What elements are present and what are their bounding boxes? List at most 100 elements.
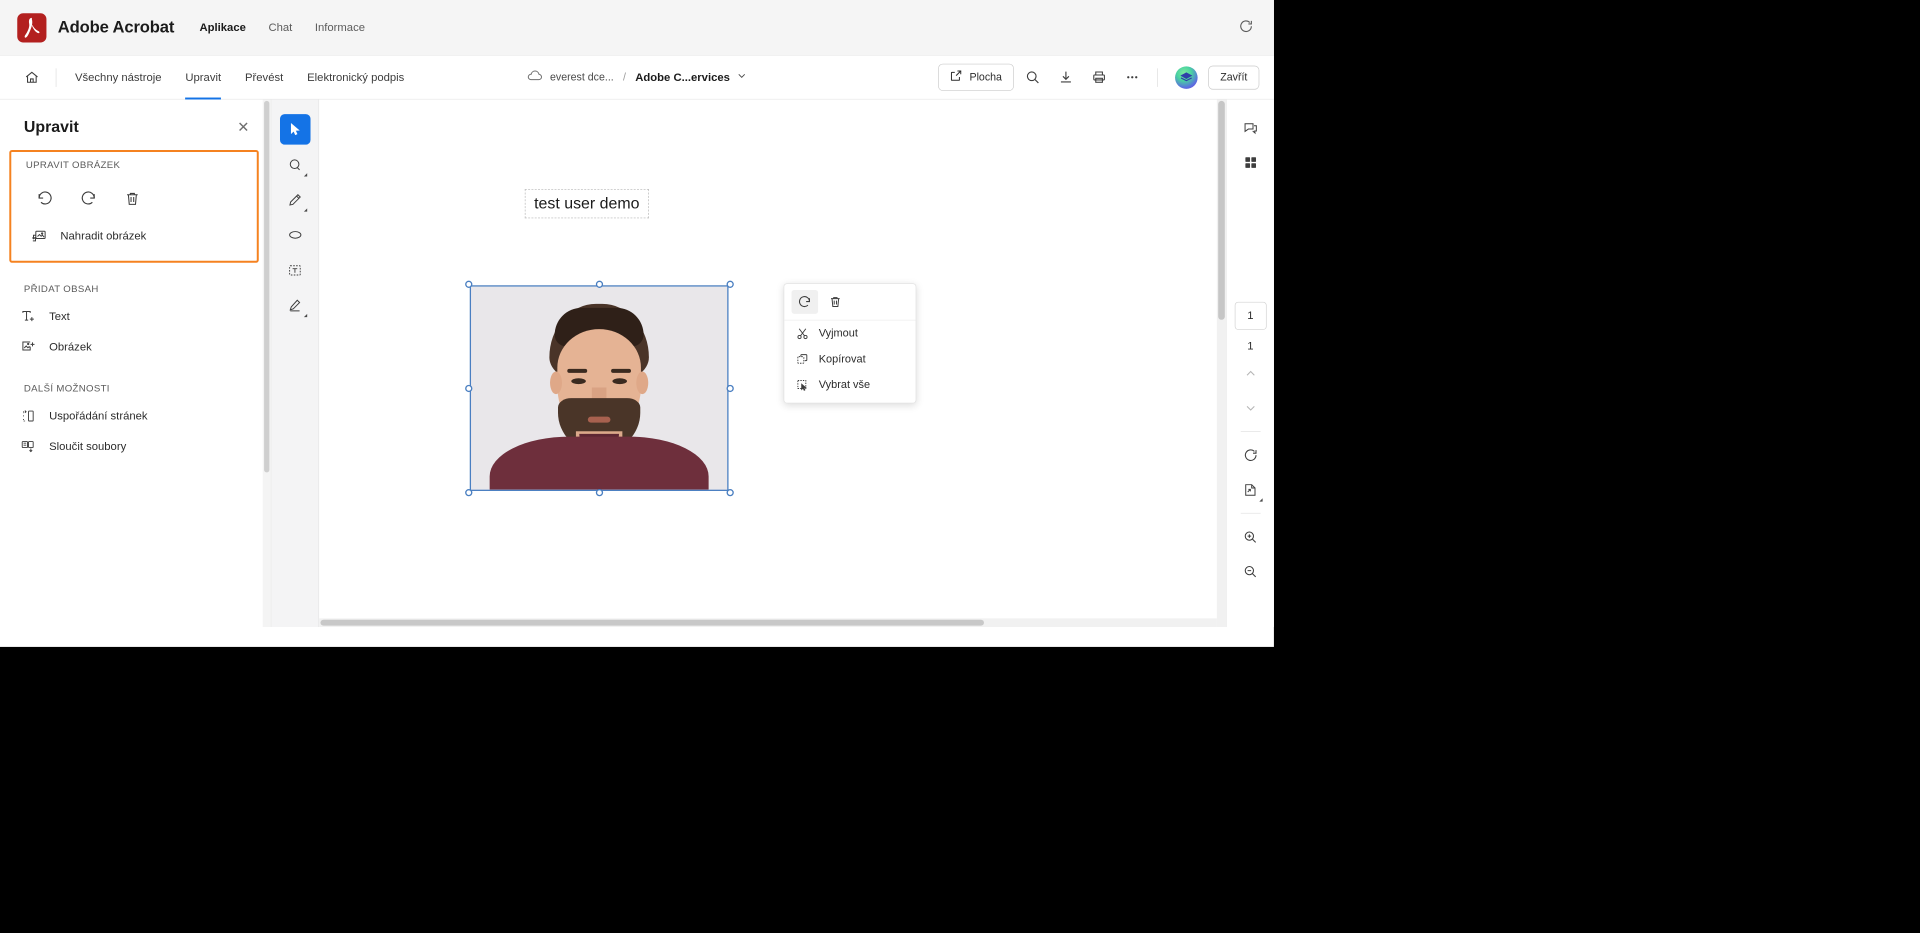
brand-tab-informace[interactable]: Informace: [315, 21, 365, 34]
portrait-brow-left: [567, 368, 588, 373]
resize-handle-ne[interactable]: [726, 280, 734, 288]
selected-image[interactable]: [465, 280, 734, 497]
more-horizontal-icon[interactable]: [1117, 63, 1146, 92]
document-vertical-scrollbar[interactable]: [1216, 99, 1227, 628]
close-document-label: Zavřít: [1220, 71, 1248, 83]
resize-handle-se[interactable]: [726, 488, 734, 497]
shape-tool-icon[interactable]: [280, 220, 311, 251]
portrait-shirt: [489, 436, 709, 490]
add-image-icon: [19, 339, 38, 355]
breadcrumb: everest dce... / Adobe C...ervices: [527, 70, 747, 85]
close-document-button[interactable]: Zavřít: [1208, 65, 1260, 90]
resize-handle-sw[interactable]: [465, 488, 473, 497]
toolbar-item-prevest[interactable]: Převést: [233, 55, 295, 99]
current-page-input[interactable]: 1: [1234, 301, 1267, 330]
cloud-account-name[interactable]: everest dce...: [550, 71, 614, 83]
section-label-dalsi-moznosti: DALŠÍ MOŽNOSTI: [23, 383, 110, 395]
trash-icon[interactable]: [822, 290, 849, 314]
text-field[interactable]: test user demo: [524, 189, 649, 219]
pridat-obsah-section: PŘIDAT OBSAH Text Obrázek: [0, 263, 271, 363]
upravit-obrazek-section: UPRAVIT OBRÁZEK Nahradit obrázek: [9, 149, 259, 263]
document-name[interactable]: Adobe C...ervices: [635, 71, 730, 84]
sloucit-soubory-item[interactable]: Sloučit soubory: [4, 431, 267, 462]
brand-bar: Adobe Acrobat Aplikace Chat Informace: [0, 0, 1274, 56]
usporadani-stranek-item[interactable]: Uspořádání stránek: [4, 401, 267, 432]
user-avatar[interactable]: [1175, 66, 1198, 89]
close-icon[interactable]: ✕: [237, 120, 249, 135]
draw-tool-icon[interactable]: [280, 184, 311, 215]
portrait-ear-left: [550, 371, 562, 395]
add-text-icon: [19, 309, 38, 325]
acrobat-logo-icon: [17, 12, 47, 43]
zoom-in-icon[interactable]: [1235, 522, 1266, 553]
select-tool-icon[interactable]: [279, 114, 311, 145]
resize-handle-n[interactable]: [595, 280, 604, 288]
text-box-tool-icon[interactable]: [280, 255, 311, 286]
panel-scrollbar[interactable]: [262, 99, 271, 628]
tool-caret-icon: [303, 208, 307, 212]
pdf-page[interactable]: test user demo Vyjmout Kopírovat Vybrat …: [319, 99, 1227, 628]
rotate-view-icon[interactable]: [1235, 440, 1266, 471]
desktop-button[interactable]: Plocha: [938, 63, 1014, 91]
stamp-tool-icon[interactable]: [280, 290, 311, 321]
brand-tab-aplikace[interactable]: Aplikace: [199, 21, 245, 34]
fit-page-caret-icon: [1258, 498, 1263, 502]
rotate-right-icon[interactable]: [70, 181, 107, 216]
comment-tool-icon[interactable]: [280, 149, 311, 180]
rotate-right-icon[interactable]: [791, 289, 819, 314]
toolbar-divider-right: [1157, 68, 1158, 87]
dalsi-moznosti-section: DALŠÍ MOŽNOSTI Uspořádání stránek Slouči…: [0, 362, 271, 462]
document-hscrollbar-thumb[interactable]: [320, 619, 984, 626]
portrait-brow-right: [611, 368, 631, 373]
portrait-eye-right: [612, 378, 628, 385]
chevron-up-icon[interactable]: [1235, 358, 1266, 389]
cloud-icon: [527, 70, 544, 85]
document-scrollbar-thumb[interactable]: [1218, 100, 1225, 320]
toolbar-item-vsechny-nastroje[interactable]: Všechny nástroje: [63, 55, 173, 99]
home-icon[interactable]: [15, 69, 50, 85]
chevron-down-icon[interactable]: [737, 70, 748, 84]
resize-handle-nw[interactable]: [465, 280, 473, 288]
pridat-text-label: Text: [49, 309, 70, 323]
resize-handle-e[interactable]: [726, 384, 734, 393]
right-rail-divider-1: [1240, 431, 1261, 432]
context-menu-item-vybrat-vse[interactable]: Vybrat vše: [784, 372, 915, 398]
resize-handle-s[interactable]: [595, 488, 604, 497]
brand-tab-chat[interactable]: Chat: [268, 21, 292, 34]
toolbar-item-elektronicky-podpis[interactable]: Elektronický podpis: [295, 55, 416, 99]
annotation-tool-strip: [271, 99, 320, 628]
print-icon[interactable]: [1084, 63, 1113, 92]
document-horizontal-scrollbar[interactable]: [319, 618, 1217, 628]
image-frame[interactable]: [469, 285, 729, 491]
fit-page-icon[interactable]: [1235, 474, 1266, 505]
thumbnails-panel-icon[interactable]: [1235, 147, 1266, 178]
resize-handle-w[interactable]: [465, 384, 473, 393]
nahradit-obrazek-item[interactable]: Nahradit obrázek: [15, 221, 253, 252]
workspace: Upravit ✕ UPRAVIT OBRÁZEK Nahradit obráz…: [0, 99, 1274, 628]
usporadani-stranek-label: Uspořádání stránek: [49, 409, 148, 422]
comments-panel-icon[interactable]: [1235, 113, 1266, 144]
replace-image-icon: [30, 228, 49, 244]
refresh-icon[interactable]: [1238, 18, 1254, 37]
document-viewport[interactable]: test user demo Vyjmout Kopírovat Vybrat …: [319, 99, 1227, 628]
pridat-obrazek-item[interactable]: Obrázek: [4, 332, 267, 363]
organize-pages-icon: [19, 408, 38, 424]
chevron-down-icon[interactable]: [1235, 393, 1266, 424]
rotate-left-icon[interactable]: [26, 181, 63, 216]
brand-title: Adobe Acrobat: [57, 17, 175, 37]
pridat-text-item[interactable]: Text: [4, 301, 267, 332]
download-icon[interactable]: [1051, 63, 1080, 92]
toolbar-item-upravit[interactable]: Upravit: [173, 55, 233, 100]
nahradit-obrazek-label: Nahradit obrázek: [60, 229, 147, 243]
context-menu-item-kopirovat[interactable]: Kopírovat: [784, 346, 915, 372]
panel-scrollbar-thumb[interactable]: [264, 100, 270, 473]
toolbar-right-actions: Plocha Zavřít: [938, 63, 1260, 92]
total-pages-label: 1: [1247, 339, 1254, 353]
section-label-pridat-obsah: PŘIDAT OBSAH: [23, 283, 99, 295]
context-menu-item-vyjmout[interactable]: Vyjmout: [784, 320, 915, 346]
sloucit-soubory-label: Sloučit soubory: [49, 439, 127, 453]
trash-icon[interactable]: [113, 181, 150, 216]
search-icon[interactable]: [1018, 63, 1047, 92]
zoom-out-icon[interactable]: [1235, 556, 1266, 587]
right-rail: 1 1: [1226, 99, 1274, 628]
